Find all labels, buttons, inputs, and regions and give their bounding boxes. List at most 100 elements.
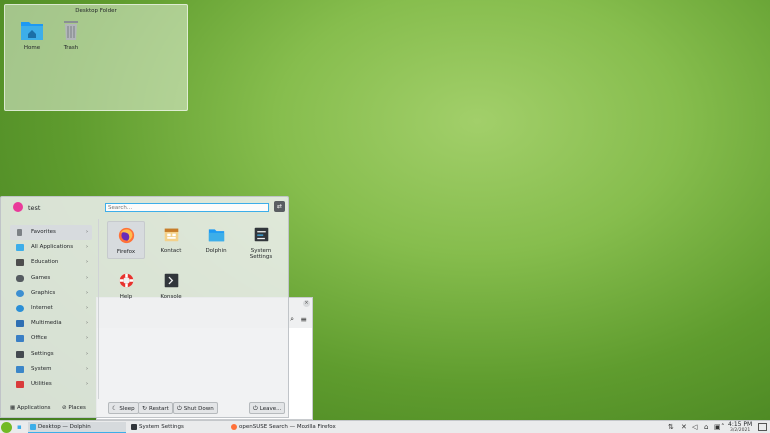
favorite-dolphin[interactable]: Dolphin (197, 221, 235, 259)
compass-icon: ⊘ (62, 405, 67, 411)
task-dolphin[interactable]: Desktop — Dolphin (28, 422, 126, 433)
leave-button[interactable]: ⏻ Leave... (249, 402, 286, 414)
chevron-right-icon: › (86, 320, 88, 327)
category-office[interactable]: Office › (10, 331, 92, 346)
chevron-right-icon: › (86, 380, 88, 387)
category-label: System (31, 365, 52, 372)
configure-icon[interactable]: ⇄ (274, 201, 285, 212)
task-label: System Settings (139, 424, 184, 430)
globe-icon (16, 304, 24, 312)
favorite-help[interactable]: Help (107, 267, 145, 305)
application-launcher: test ⇄ Favorites › All Applications › Ed… (0, 196, 289, 418)
category-all-applications[interactable]: All Applications › (10, 240, 92, 255)
favorite-label: Kontact (160, 248, 182, 254)
hamburger-menu-icon[interactable]: ≡ (300, 315, 307, 324)
clock-time[interactable]: 4:15 PM (728, 421, 752, 428)
tab-applications[interactable]: ▦ Applications (10, 402, 51, 414)
desktop-item-home[interactable]: Home (15, 19, 49, 51)
tools-icon[interactable]: ✕ (681, 423, 687, 432)
search-input[interactable] (105, 203, 269, 212)
category-label: Education (31, 259, 59, 266)
favorite-label: Konsole (160, 294, 182, 300)
restart-button[interactable]: ↻ Restart (138, 402, 173, 414)
chevron-right-icon: › (86, 365, 88, 372)
chevron-right-icon: › (86, 259, 88, 266)
shut-down-button[interactable]: ⏻ Shut Down (173, 402, 218, 414)
task-system-settings[interactable]: System Settings (129, 422, 225, 433)
chevron-right-icon: › (86, 350, 88, 357)
grid-icon (16, 244, 24, 252)
category-multimedia[interactable]: Multimedia › (10, 316, 92, 331)
leave-label: Leave... (259, 406, 282, 412)
category-system[interactable]: System › (10, 362, 92, 377)
show-desktop-button[interactable] (758, 423, 767, 431)
application-launcher-button[interactable] (1, 422, 12, 433)
category-favorites[interactable]: Favorites › (10, 225, 92, 241)
trash-icon (64, 21, 78, 40)
graphics-icon (16, 289, 24, 297)
task-firefox[interactable]: openSUSE Search — Mozilla Firefox (229, 422, 359, 433)
updates-icon[interactable]: ⌂ (704, 423, 708, 432)
category-label: Graphics (31, 289, 56, 296)
home-folder-icon (21, 22, 43, 40)
education-icon (16, 259, 24, 267)
clipboard-icon[interactable]: ▣ (714, 423, 721, 432)
category-graphics[interactable]: Graphics › (10, 286, 92, 301)
favorite-label: Firefox (116, 249, 136, 255)
pager-icon[interactable]: ▪ (17, 423, 22, 432)
network-icon[interactable]: ⇅ (668, 423, 674, 432)
category-label: Internet (31, 304, 53, 311)
category-internet[interactable]: Internet › (10, 301, 92, 316)
chevron-right-icon: › (86, 335, 88, 342)
close-icon[interactable]: × (303, 300, 310, 307)
category-label: Games (31, 274, 51, 281)
favorite-label: Help (119, 294, 133, 300)
category-label: All Applications (31, 244, 74, 251)
favorite-kontact[interactable]: Kontact (152, 221, 190, 259)
tab-places[interactable]: ⊘ Places (62, 402, 86, 414)
category-games[interactable]: Games › (10, 271, 92, 286)
tab-places-label: Places (68, 405, 86, 411)
desktop-item-label: Trash (63, 45, 79, 51)
category-education[interactable]: Education › (10, 255, 92, 270)
toolbox-icon (16, 380, 24, 388)
sleep-button[interactable]: ☾ Sleep (108, 402, 139, 414)
clock-date[interactable]: 3/2/2021 (730, 428, 750, 433)
favorite-firefox[interactable]: Firefox (107, 221, 145, 259)
category-list: Favorites › All Applications › Education… (10, 225, 92, 392)
dolphin-icon (30, 424, 36, 430)
chevron-right-icon: › (86, 229, 88, 235)
task-label: Desktop — Dolphin (38, 424, 91, 430)
shut-down-label: Shut Down (183, 406, 214, 412)
favorite-label: System Settings (249, 248, 273, 260)
user-name: test (28, 204, 41, 212)
desktop-item-label: Home (23, 45, 41, 51)
avatar[interactable] (13, 202, 23, 212)
favorite-label: Dolphin (205, 248, 227, 254)
category-label: Favorites (31, 229, 56, 235)
favorite-system-settings[interactable]: System Settings (242, 221, 280, 260)
taskbar: ▪ Desktop — Dolphin System Settings open… (0, 420, 770, 433)
kontact-icon (164, 228, 178, 242)
system-settings-icon (131, 424, 137, 430)
volume-icon[interactable]: ◁ (692, 423, 697, 432)
restart-label: Restart (149, 406, 169, 412)
chevron-right-icon: › (86, 244, 88, 251)
favorite-konsole[interactable]: Konsole (152, 267, 190, 305)
chevron-up-icon[interactable]: ˄ (721, 423, 725, 432)
category-utilities[interactable]: Utilities › (10, 377, 92, 392)
desktop-item-trash[interactable]: Trash (54, 19, 88, 51)
category-label: Multimedia (31, 320, 62, 327)
category-settings[interactable]: Settings › (10, 347, 92, 362)
search-icon[interactable]: ⌕ (290, 315, 294, 324)
bookmark-icon (17, 229, 22, 236)
power-icon: ⏻ (253, 405, 258, 412)
launcher-header: test ⇄ (1, 197, 288, 217)
category-label: Utilities (31, 380, 52, 387)
desktop-folder-widget: Desktop Folder Home Trash (4, 4, 188, 111)
sleep-icon: ☾ (112, 405, 118, 412)
power-icon: ⏻ (177, 405, 182, 412)
category-label: Settings (31, 350, 54, 357)
settings-icon (16, 350, 24, 358)
konsole-icon (164, 273, 178, 288)
